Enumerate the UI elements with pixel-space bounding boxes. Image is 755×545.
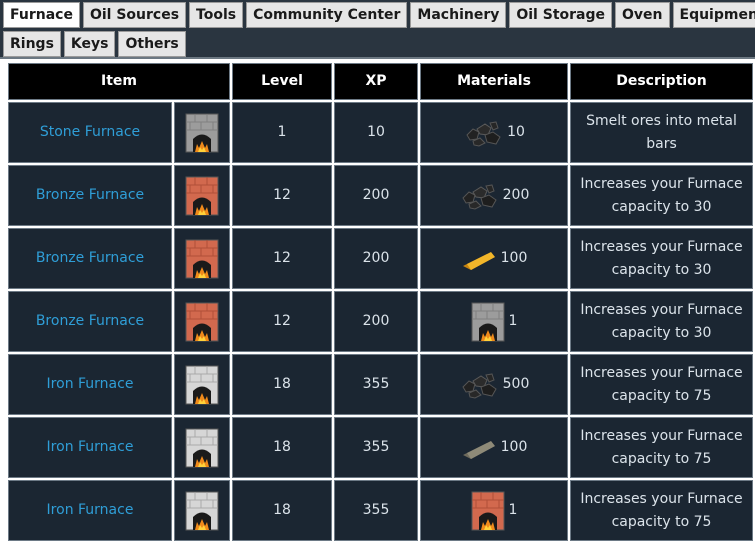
level-value: 18 — [232, 417, 332, 478]
furnace-panel: Item Level XP Materials Description Stone Fur… — [0, 59, 755, 545]
materials-cell: 200 — [420, 165, 568, 226]
item-name-link[interactable]: Iron Furnace — [8, 354, 172, 415]
description-text: Smelt ores into metal — [586, 112, 737, 129]
materials-cell: 1 — [420, 480, 568, 541]
materials-cell: 100 — [420, 228, 568, 289]
xp-value: 200 — [334, 291, 418, 352]
tab-row: Rings Keys Others — [3, 31, 755, 59]
iron-furnace-icon — [185, 428, 219, 468]
level-value: 1 — [232, 102, 332, 163]
description-text: capacity to 75 — [611, 450, 712, 467]
furnace-table: Item Level XP Materials Description Stone Fur… — [0, 59, 755, 545]
coal-icon — [459, 371, 499, 399]
description-text: Increases your Furnace — [580, 364, 743, 381]
item-icon-cell — [174, 480, 230, 541]
stone-furnace-icon — [185, 113, 219, 153]
materials-cell: 500 — [420, 354, 568, 415]
item-name-link[interactable]: Stone Furnace — [8, 102, 172, 163]
description-text: Increases your Furnace — [580, 175, 743, 192]
description-text: bars — [646, 135, 677, 152]
item-icon-cell — [174, 102, 230, 163]
tab-machinery[interactable]: Machinery — [410, 2, 507, 28]
description-cell: Increases your Furnace capacity to 75 — [570, 480, 753, 541]
tab-rings[interactable]: Rings — [3, 31, 61, 57]
header-level: Level — [232, 63, 332, 100]
xp-value: 355 — [334, 480, 418, 541]
materials-cell: 10 — [420, 102, 568, 163]
description-cell: Increases your Furnace capacity to 30 — [570, 228, 753, 289]
iron-bar-icon — [461, 435, 497, 461]
xp-value: 355 — [334, 417, 418, 478]
tab-tools[interactable]: Tools — [189, 2, 244, 28]
description-text: Increases your Furnace — [580, 301, 743, 318]
xp-value: 10 — [334, 102, 418, 163]
description-cell: Increases your Furnace capacity to 30 — [570, 165, 753, 226]
level-value: 18 — [232, 354, 332, 415]
item-name-link[interactable]: Iron Furnace — [8, 480, 172, 541]
item-name-link[interactable]: Iron Furnace — [8, 417, 172, 478]
tab-furnace[interactable]: Furnace — [3, 2, 80, 28]
tab-others[interactable]: Others — [118, 31, 186, 57]
tab-keys[interactable]: Keys — [63, 31, 116, 57]
description-cell: Smelt ores into metal bars — [570, 102, 753, 163]
gold-bar-icon — [461, 246, 497, 272]
header-description: Description — [570, 63, 753, 100]
bronze-furnace-icon — [185, 302, 219, 342]
stone-furnace-icon — [471, 302, 505, 342]
description-text: capacity to 30 — [611, 324, 712, 341]
description-text: Increases your Furnace — [580, 427, 743, 444]
material-quantity: 1 — [508, 313, 518, 329]
tab-row: Furnace Oil Sources Tools Community Center M… — [3, 2, 755, 30]
material-quantity: 100 — [500, 250, 528, 266]
xp-value: 200 — [334, 165, 418, 226]
tab-equipments[interactable]: Equipments — [672, 2, 755, 28]
material-quantity: 500 — [502, 376, 530, 392]
item-icon-cell — [174, 354, 230, 415]
material-quantity: 10 — [507, 124, 525, 140]
coal-icon — [459, 182, 499, 210]
description-text: Increases your Furnace — [580, 238, 743, 255]
level-value: 12 — [232, 291, 332, 352]
item-icon-cell — [174, 291, 230, 352]
coal-icon — [463, 119, 503, 147]
header-item: Item — [8, 63, 230, 100]
material-quantity: 1 — [508, 502, 518, 518]
bronze-furnace-icon — [471, 491, 505, 531]
material-quantity: 100 — [500, 439, 528, 455]
level-value: 12 — [232, 228, 332, 289]
bronze-furnace-icon — [185, 239, 219, 279]
item-icon-cell — [174, 228, 230, 289]
iron-furnace-icon — [185, 365, 219, 405]
xp-value: 200 — [334, 228, 418, 289]
materials-cell: 1 — [420, 291, 568, 352]
item-icon-cell — [174, 417, 230, 478]
tab-community-center[interactable]: Community Center — [246, 2, 408, 28]
materials-cell: 100 — [420, 417, 568, 478]
item-name-link[interactable]: Bronze Furnace — [8, 291, 172, 352]
item-name-link[interactable]: Bronze Furnace — [8, 165, 172, 226]
level-value: 18 — [232, 480, 332, 541]
item-name-link[interactable]: Bronze Furnace — [8, 228, 172, 289]
description-text: capacity to 30 — [611, 198, 712, 215]
header-xp: XP — [334, 63, 418, 100]
tab-oil-storage[interactable]: Oil Storage — [509, 2, 612, 28]
description-text: Increases your Furnace — [580, 490, 743, 507]
description-cell: Increases your Furnace capacity to 75 — [570, 354, 753, 415]
description-text: capacity to 75 — [611, 387, 712, 404]
bronze-furnace-icon — [185, 176, 219, 216]
header-materials: Materials — [420, 63, 568, 100]
material-quantity: 200 — [502, 187, 530, 203]
description-text: capacity to 75 — [611, 513, 712, 530]
description-cell: Increases your Furnace capacity to 30 — [570, 291, 753, 352]
description-text: capacity to 30 — [611, 261, 712, 278]
item-icon-cell — [174, 165, 230, 226]
xp-value: 355 — [334, 354, 418, 415]
tab-oven[interactable]: Oven — [615, 2, 670, 28]
level-value: 12 — [232, 165, 332, 226]
tab-oil-sources[interactable]: Oil Sources — [82, 2, 187, 28]
iron-furnace-icon — [185, 491, 219, 531]
category-tabs: Furnace Oil Sources Tools Community Center M… — [0, 0, 755, 59]
description-cell: Increases your Furnace capacity to 75 — [570, 417, 753, 478]
